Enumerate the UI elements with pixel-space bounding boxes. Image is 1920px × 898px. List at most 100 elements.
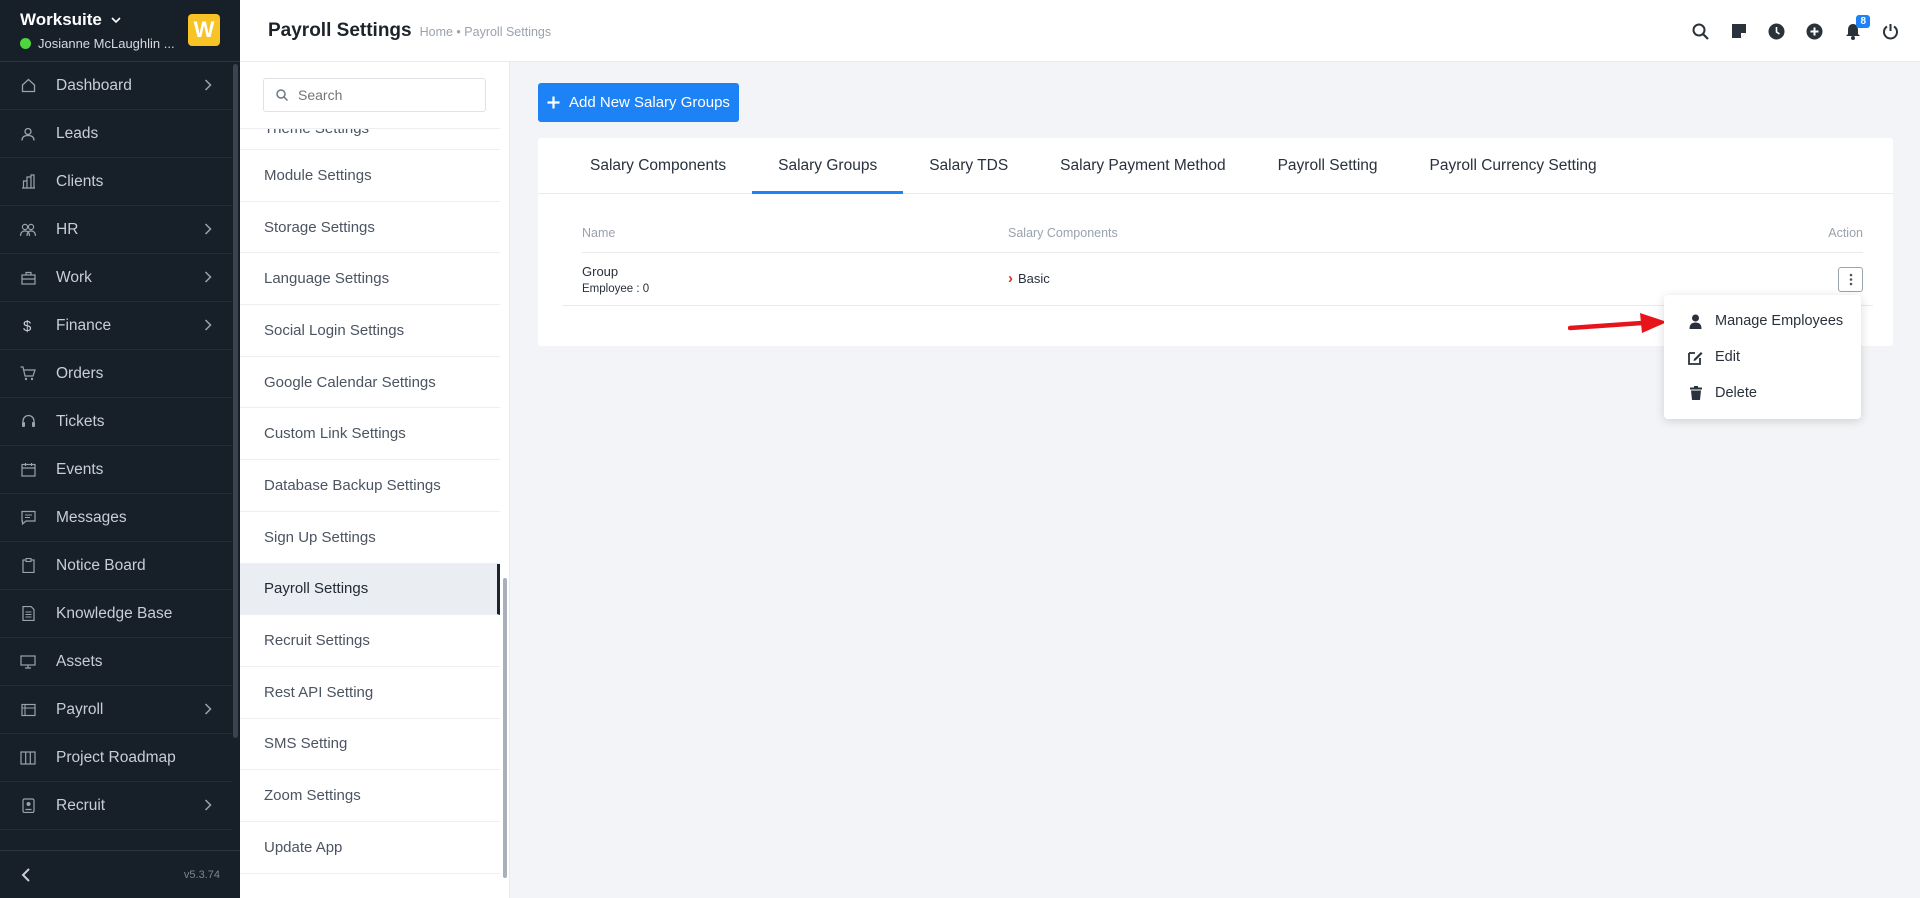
notification-bell-icon[interactable]: 8 — [1843, 14, 1870, 41]
user-icon — [20, 126, 36, 142]
column-header-salary-components: Salary Components — [1008, 226, 1118, 240]
settings-menu-item-update-app[interactable]: Update App — [240, 822, 500, 874]
payroll-tabs: Salary Components Salary Groups Salary TDS… — [538, 138, 1893, 194]
settings-menu-item-language-settings[interactable]: Language Settings — [240, 253, 500, 306]
row-action-menu-button[interactable] — [1838, 267, 1863, 292]
sticky-note-icon[interactable] — [1729, 22, 1748, 41]
sidebar-item-label: Knowledge Base — [56, 604, 173, 622]
settings-menu-item-payroll-settings[interactable]: Payroll Settings — [240, 563, 500, 616]
sidebar-item-label: HR — [56, 220, 79, 238]
tab-salary-payment-method[interactable]: Salary Payment Method — [1034, 138, 1251, 193]
plus-icon — [547, 96, 560, 109]
manage-employees-menu-item[interactable]: Manage Employees — [1664, 303, 1861, 339]
edit-menu-item[interactable]: Edit — [1664, 339, 1861, 375]
sidebar-item-hr[interactable]: HR — [0, 206, 232, 254]
delete-label: Delete — [1715, 385, 1757, 401]
sidebar-item-label: Recruit — [56, 796, 106, 814]
settings-search[interactable] — [263, 78, 486, 112]
settings-menu-list: Theme Settings Module Settings Storage Set… — [240, 128, 500, 898]
sidebar-item-leads[interactable]: Leads — [0, 110, 232, 158]
chevron-right-icon — [204, 222, 212, 238]
sidebar-item-finance[interactable]: $ Finance — [0, 302, 232, 350]
add-circle-icon[interactable] — [1805, 22, 1824, 41]
clock-icon[interactable] — [1767, 22, 1786, 41]
settings-menu-item-sms-setting[interactable]: SMS Setting — [240, 719, 500, 771]
settings-menu-item-rest-api-setting[interactable]: Rest API Setting — [240, 667, 500, 719]
search-icon — [276, 89, 288, 101]
sidebar-item-assets[interactable]: Assets — [0, 638, 232, 686]
sidebar-scrollbar[interactable] — [233, 64, 238, 738]
sidebar-item-orders[interactable]: Orders — [0, 350, 232, 398]
sidebar-item-dashboard[interactable]: Dashboard — [0, 62, 232, 110]
manage-employees-label: Manage Employees — [1715, 313, 1844, 329]
calendar-icon — [20, 462, 36, 478]
tab-salary-components[interactable]: Salary Components — [564, 138, 752, 193]
tab-salary-tds[interactable]: Salary TDS — [903, 138, 1034, 193]
building-icon — [20, 174, 36, 190]
tab-payroll-setting[interactable]: Payroll Setting — [1252, 138, 1404, 193]
sidebar-item-label: Notice Board — [56, 556, 146, 574]
settings-menu-item-label: Language Settings — [264, 270, 390, 288]
salary-component-cell: › Basic — [1008, 270, 1050, 287]
breadcrumb[interactable]: Home • Payroll Settings — [420, 25, 552, 39]
sidebar-item-recruit[interactable]: Recruit — [0, 782, 232, 830]
settings-menu-item-module-settings[interactable]: Module Settings — [240, 150, 500, 202]
column-header-name: Name — [582, 226, 616, 240]
settings-menu-item-recruit-settings[interactable]: Recruit Settings — [240, 615, 500, 667]
brand-name: Worksuite — [20, 10, 102, 29]
sidebar-item-tickets[interactable]: Tickets — [0, 398, 232, 446]
edit-label: Edit — [1715, 349, 1740, 365]
sidebar-item-payroll[interactable]: Payroll — [0, 686, 232, 734]
sidebar-item-label: Messages — [56, 508, 127, 526]
settings-menu-item-google-calendar-settings[interactable]: Google Calendar Settings — [240, 357, 500, 409]
sidebar-item-clients[interactable]: Clients — [0, 158, 232, 206]
columns-icon — [20, 750, 36, 766]
add-salary-group-button[interactable]: Add New Salary Groups — [538, 83, 739, 122]
sidebar-item-events[interactable]: Events — [0, 446, 232, 494]
sidebar-footer: v5.3.74 — [0, 850, 240, 898]
sidebar-item-label: Orders — [56, 364, 104, 382]
sidebar-item-work[interactable]: Work — [0, 254, 232, 302]
cart-icon — [20, 366, 36, 382]
group-name: Group — [582, 264, 619, 279]
settings-menu-item-sign-up-settings[interactable]: Sign Up Settings — [240, 512, 500, 564]
app-version: v5.3.74 — [183, 868, 220, 881]
clipboard-icon — [20, 558, 36, 574]
search-icon[interactable] — [1691, 22, 1710, 41]
sidebar-item-notice-board[interactable]: Notice Board — [0, 542, 232, 590]
home-icon — [20, 78, 36, 94]
settings-menu-item-storage-settings[interactable]: Storage Settings — [240, 202, 500, 254]
settings-menu-item-social-login-settings[interactable]: Social Login Settings — [240, 305, 500, 357]
collapse-sidebar-icon[interactable] — [20, 867, 32, 882]
chevron-down-icon — [111, 17, 121, 24]
settings-menu-item-theme-settings[interactable]: Theme Settings — [240, 129, 500, 150]
column-header-action: Action — [1828, 226, 1863, 240]
tab-salary-groups[interactable]: Salary Groups — [752, 138, 904, 194]
document-icon — [20, 606, 36, 622]
chevron-right-icon — [204, 702, 212, 718]
row-action-dropdown: Manage Employees Edit Delete — [1664, 295, 1861, 419]
power-icon[interactable] — [1881, 22, 1900, 41]
sidebar-item-project-roadmap[interactable]: Project Roadmap — [0, 734, 232, 782]
tab-payroll-currency-setting[interactable]: Payroll Currency Setting — [1404, 138, 1623, 193]
sidebar-item-messages[interactable]: Messages — [0, 494, 232, 542]
settings-menu-item-custom-link-settings[interactable]: Custom Link Settings — [240, 408, 500, 461]
sidebar-item-label: Events — [56, 460, 104, 478]
user-name: Josianne McLaughlin ... — [38, 36, 175, 51]
sidebar-item-label: Payroll — [56, 700, 104, 718]
dollar-icon: $ — [20, 318, 36, 334]
salary-component-name: Basic — [1018, 271, 1050, 286]
sidebar-item-label: Leads — [56, 124, 99, 142]
notification-count-badge: 8 — [1856, 14, 1870, 28]
settings-menu-scrollbar[interactable] — [503, 578, 507, 878]
settings-menu-item-label: Zoom Settings — [264, 787, 361, 805]
settings-menu-item-zoom-settings[interactable]: Zoom Settings — [240, 770, 500, 822]
settings-search-input[interactable] — [298, 87, 468, 103]
sidebar-item-knowledge-base[interactable]: Knowledge Base — [0, 590, 232, 638]
main-sidebar: Worksuite Josianne McLaughlin ... W Dash… — [0, 0, 240, 898]
brand-header[interactable]: Worksuite Josianne McLaughlin ... W — [0, 0, 240, 62]
delete-menu-item[interactable]: Delete — [1664, 375, 1861, 411]
settings-menu-item-database-backup-settings[interactable]: Database Backup Settings — [240, 460, 500, 512]
brand-logo: W — [188, 14, 220, 46]
settings-menu-item-label: Database Backup Settings — [264, 476, 441, 494]
